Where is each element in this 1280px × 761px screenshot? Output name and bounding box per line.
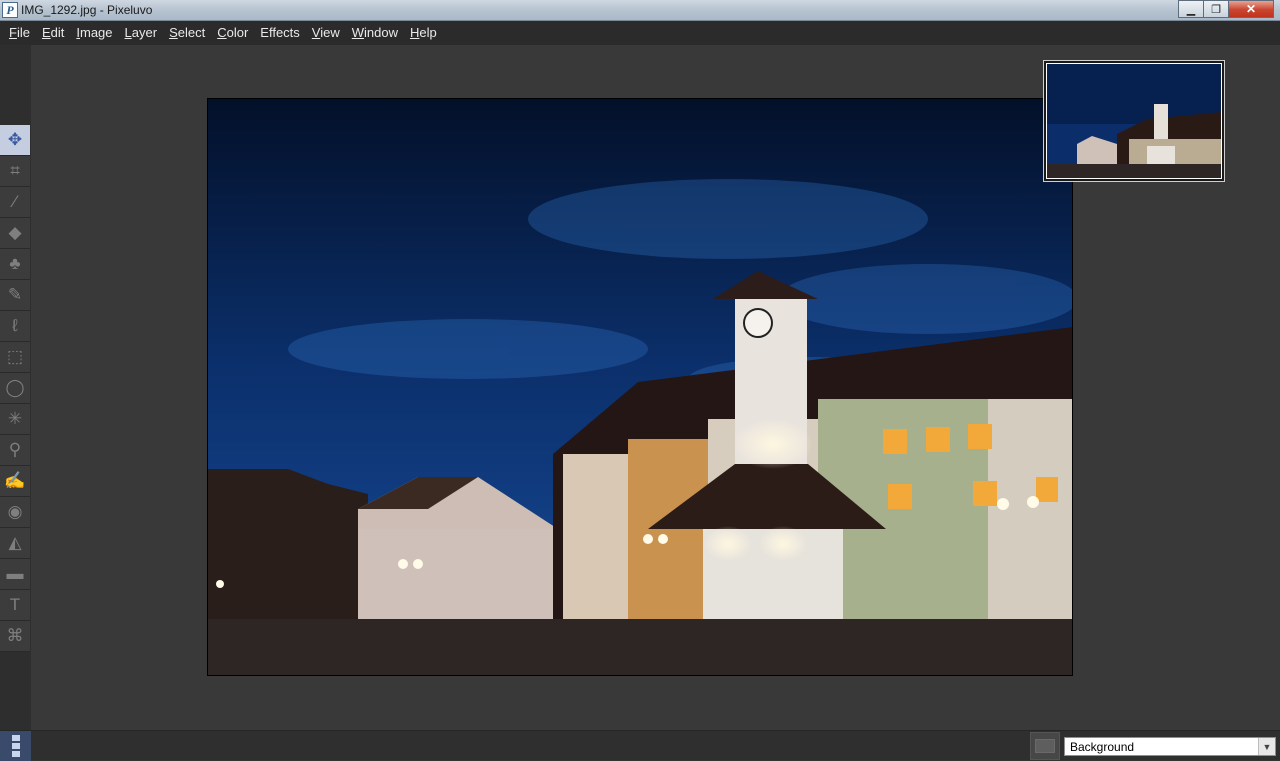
eraser-tool[interactable]: ◆ <box>0 218 30 249</box>
window-controls: ▁ ❐ ✕ <box>1178 0 1274 18</box>
brush-tool[interactable]: ⁄ <box>0 187 30 218</box>
chevron-down-icon[interactable]: ▼ <box>1258 738 1275 755</box>
navigator-preview <box>1047 64 1221 178</box>
menu-effects[interactable]: Effects <box>254 21 306 45</box>
rectangle-select-tool[interactable]: ⬚ <box>0 342 30 373</box>
status-bar: Background ▼ <box>0 730 1280 761</box>
menu-image[interactable]: Image <box>70 21 118 45</box>
panel-toggle-icon-part <box>11 751 20 757</box>
menu-accelerator: H <box>410 25 420 40</box>
magic-wand-icon: ✳ <box>7 409 23 428</box>
bucket-icon: ◭ <box>8 533 22 552</box>
maximize-button[interactable]: ❐ <box>1203 0 1229 18</box>
navigator-thumbnail[interactable] <box>1043 60 1225 182</box>
menu-color[interactable]: Color <box>211 21 254 45</box>
menu-label: elp <box>419 25 437 40</box>
brush-icon: ⁄ <box>13 192 17 211</box>
panel-toggle-icon-part <box>11 743 20 749</box>
menu-label: indow <box>364 25 398 40</box>
menu-accelerator: V <box>311 25 321 40</box>
eye-icon: ◉ <box>7 502 23 521</box>
menu-select[interactable]: Select <box>163 21 211 45</box>
panel-toggle-button[interactable] <box>0 731 31 761</box>
navigator-viewport[interactable] <box>1046 63 1222 179</box>
menu-bar: File Edit Image Layer Select Color Effects View… <box>0 21 1280 45</box>
layer-thumbnail[interactable] <box>1030 732 1060 760</box>
perspective-icon: ⌘ <box>6 626 24 645</box>
menu-label: Effects <box>260 25 300 40</box>
layer-select[interactable]: Background ▼ <box>1064 737 1276 756</box>
menu-layer[interactable]: Layer <box>119 21 164 45</box>
menu-label: iew <box>320 25 340 40</box>
text-icon: T <box>9 595 21 614</box>
window-title: IMG_1292.jpg - Pixeluvo <box>21 3 153 17</box>
menu-accelerator: L <box>124 25 132 40</box>
app-icon: P <box>2 2 18 18</box>
menu-accelerator: W <box>351 25 365 40</box>
menu-accelerator: F <box>9 25 17 40</box>
paint-bucket-tool[interactable]: ◭ <box>0 528 30 559</box>
healing-brush-icon: ✎ <box>7 285 23 304</box>
stamp-icon: ♣ <box>9 254 21 273</box>
magic-wand-tool[interactable]: ✳ <box>0 404 30 435</box>
menu-accelerator: S <box>169 25 178 40</box>
menu-label: ile <box>16 25 30 40</box>
minimize-icon: ▁ <box>1186 3 1196 16</box>
clone-stamp-tool[interactable]: ♣ <box>0 249 30 280</box>
menu-label: mage <box>80 25 113 40</box>
night-town-square-photo <box>208 99 1072 675</box>
gradient-icon: ▬ <box>6 564 24 583</box>
menu-view[interactable]: View <box>306 21 346 45</box>
eraser-icon: ◆ <box>8 223 22 242</box>
close-icon: ✕ <box>1245 2 1257 16</box>
move-icon: ✥ <box>7 130 23 149</box>
image-canvas[interactable] <box>207 98 1073 676</box>
crop-icon: ⌗ <box>10 161 20 180</box>
smudge-tool[interactable]: ✍ <box>0 466 30 497</box>
layer-select-value: Background <box>1070 740 1135 754</box>
tool-list: ✥ ⌗ ⁄ ◆ ♣ ✎ ℓ ⬚ ◯ ✳ ⚲ ✍ ◉ ◭ ▬ T ⌘ <box>0 125 30 652</box>
lasso-tool[interactable]: ℓ <box>0 311 30 342</box>
crop-tool[interactable]: ⌗ <box>0 156 30 187</box>
smudge-icon: ✍ <box>4 471 26 490</box>
dodge-burn-tool[interactable]: ⚲ <box>0 435 30 466</box>
gradient-tool[interactable]: ▬ <box>0 559 30 590</box>
menu-label: ayer <box>131 25 158 40</box>
panel-toggle-icon <box>11 735 20 741</box>
menu-edit[interactable]: Edit <box>36 21 70 45</box>
lasso-icon: ℓ <box>12 316 18 335</box>
text-tool[interactable]: T <box>0 590 30 621</box>
menu-window[interactable]: Window <box>346 21 404 45</box>
menu-accelerator: C <box>217 25 227 40</box>
title-bar: P IMG_1292.jpg - Pixeluvo ▁ ❐ ✕ <box>0 0 1280 21</box>
close-button[interactable]: ✕ <box>1228 0 1274 18</box>
rectangle-select-icon: ⬚ <box>6 347 24 366</box>
menu-accelerator: E <box>41 25 51 40</box>
toolbox: ✥ ⌗ ⁄ ◆ ♣ ✎ ℓ ⬚ ◯ ✳ ⚲ ✍ ◉ ◭ ▬ T ⌘ <box>0 45 31 730</box>
minimize-button[interactable]: ▁ <box>1178 0 1204 18</box>
move-tool[interactable]: ✥ <box>0 125 30 156</box>
menu-label: elect <box>177 25 206 40</box>
menu-file[interactable]: File <box>3 21 36 45</box>
ellipse-select-tool[interactable]: ◯ <box>0 373 30 404</box>
healing-brush-tool[interactable]: ✎ <box>0 280 30 311</box>
menu-help[interactable]: Help <box>404 21 443 45</box>
dodge-icon: ⚲ <box>8 440 22 459</box>
restore-icon: ❐ <box>1211 3 1221 16</box>
menu-label: dit <box>50 25 65 40</box>
menu-label: olor <box>226 25 249 40</box>
perspective-tool[interactable]: ⌘ <box>0 621 30 652</box>
layer-thumbnail-icon <box>1035 739 1055 753</box>
red-eye-tool[interactable]: ◉ <box>0 497 30 528</box>
ellipse-select-icon: ◯ <box>5 378 25 397</box>
